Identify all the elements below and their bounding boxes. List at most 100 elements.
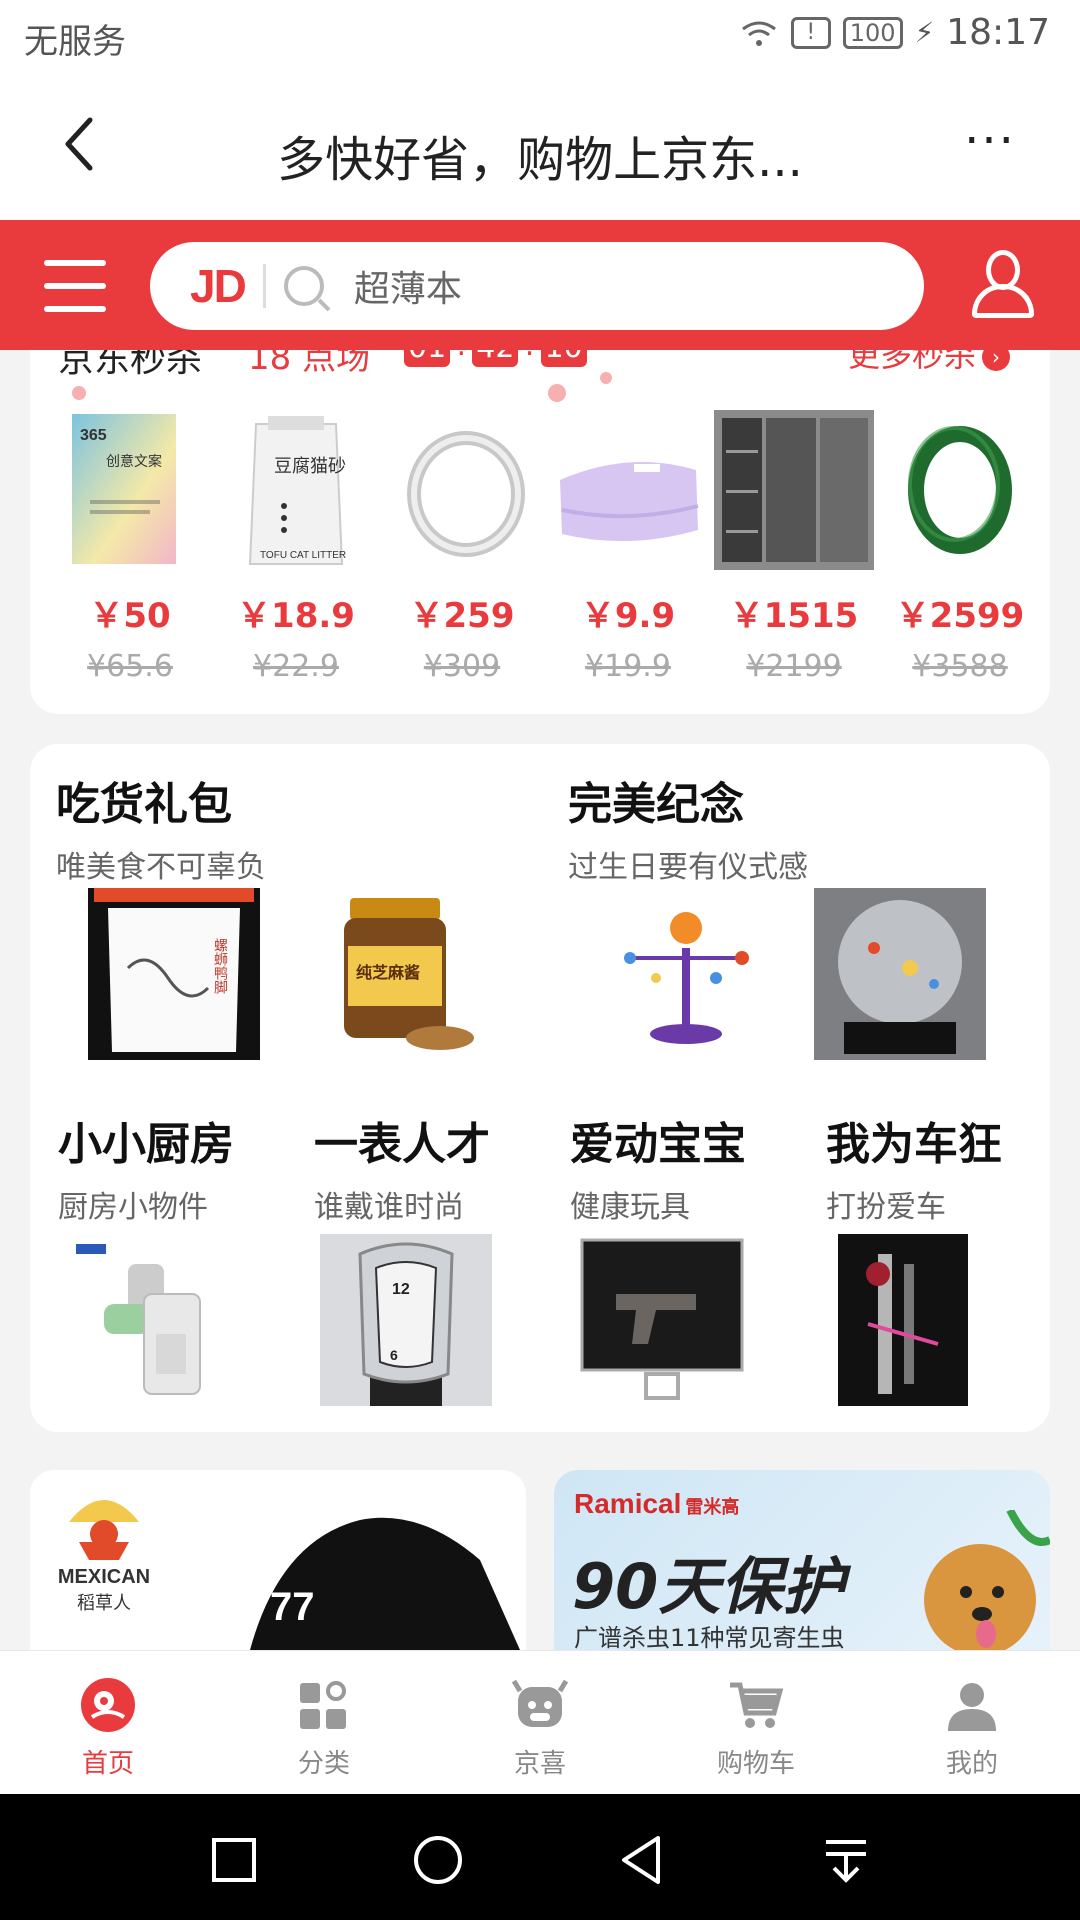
ramical-logo: Ramical 雷米高 xyxy=(574,1488,740,1519)
jd-logo: JD xyxy=(190,260,247,312)
tab-label: 购物车 xyxy=(716,1749,795,1779)
system-nav-bar xyxy=(0,1794,1080,1920)
blanket-image xyxy=(548,410,708,570)
gift-cell-snacks[interactable]: 吃货礼包 唯美食不可辜负 xyxy=(56,768,266,886)
seckill-item[interactable]: ￥2599 ¥3588 xyxy=(880,410,1040,684)
banner-ramical[interactable]: Ramical 雷米高 90天保护 广谱杀虫11种常见寄生虫 xyxy=(554,1470,1050,1650)
gift-cell-title: 小小厨房 xyxy=(58,1119,234,1170)
seckill-price: ￥2599 xyxy=(895,596,1025,636)
svg-text:创意文案: 创意文案 xyxy=(106,453,162,470)
seckill-item[interactable]: ￥1515 ¥2199 xyxy=(714,410,874,684)
gift-cell-subtitle: 健康玩具 xyxy=(570,1190,690,1225)
triangle-back-icon xyxy=(622,1836,660,1884)
pull-down-icon xyxy=(826,1840,866,1883)
more-button[interactable]: ··· xyxy=(950,116,1030,176)
seckill-original-price: ¥19.9 xyxy=(585,649,671,684)
gift-cell-toys[interactable]: 爱动宝宝 健康玩具 xyxy=(570,1108,746,1226)
user-button[interactable] xyxy=(970,250,1036,320)
seckill-original-price: ¥309 xyxy=(423,649,501,684)
jade-bangle-image xyxy=(880,410,1040,570)
sesame-paste-image: 纯芝麻酱 xyxy=(320,888,492,1060)
home-button[interactable] xyxy=(408,1830,468,1890)
home-icon xyxy=(80,1677,136,1733)
seckill-price: ￥50 xyxy=(89,596,171,636)
gift-cell-subtitle: 过生日要有仪式感 xyxy=(568,850,808,885)
gift-cell-title: 我为车狂 xyxy=(826,1119,1002,1170)
seckill-item[interactable]: ￥9.9 ¥19.9 xyxy=(548,410,708,684)
wardrobe-image xyxy=(714,410,874,570)
status-icons: ! 100 ⚡ 18:17 xyxy=(739,12,1050,53)
seckill-card[interactable]: 京东秒杀 18 点场 01 : 42 : 10 更多秒杀› 365 创意文案 xyxy=(30,320,1050,714)
search-header: JD 超薄本 xyxy=(0,220,1080,350)
svg-text:365: 365 xyxy=(80,427,107,444)
title-bar: 多快好省，购物上京东... ··· xyxy=(0,76,1080,220)
tab-home[interactable]: 首页 xyxy=(38,1677,178,1780)
search-placeholder: 超薄本 xyxy=(353,269,462,310)
notification-pull-button[interactable] xyxy=(816,1830,876,1890)
search-icon xyxy=(283,266,324,306)
menu-icon xyxy=(44,260,106,266)
seckill-price: ￥9.9 xyxy=(580,596,676,636)
snack-bag-image: 螺蛳鸭脚 xyxy=(88,888,260,1060)
battery-icon: 100 xyxy=(842,16,903,49)
gift-cell-subtitle: 厨房小物件 xyxy=(58,1190,208,1225)
circle-icon xyxy=(414,1836,462,1884)
banner-mexican[interactable]: MEXICAN 稻草人 77 xyxy=(30,1470,526,1650)
back-arrow-icon xyxy=(65,117,93,171)
dog-image xyxy=(924,1510,1050,1650)
gift-cell-car[interactable]: 我为车狂 打扮爱车 xyxy=(826,1108,1002,1226)
gift-cell-title: 完美纪念 xyxy=(568,779,744,830)
gift-cell-kitchen[interactable]: 小小厨房 厨房小物件 xyxy=(58,1108,234,1226)
decor-dot xyxy=(548,384,566,402)
gift-cell-subtitle: 唯美食不可辜负 xyxy=(56,850,266,885)
tab-label: 首页 xyxy=(81,1749,134,1779)
seckill-item[interactable]: ￥259 ¥309 xyxy=(382,410,542,684)
svg-text:螺蛳鸭脚: 螺蛳鸭脚 xyxy=(212,938,228,995)
cart-icon xyxy=(728,1677,784,1733)
gift-cell-title: 爱动宝宝 xyxy=(570,1119,746,1170)
back-nav-button[interactable] xyxy=(612,1830,672,1890)
search-input[interactable]: JD 超薄本 xyxy=(150,242,924,330)
tab-profile[interactable]: 我的 xyxy=(902,1677,1042,1780)
recents-button[interactable] xyxy=(204,1830,264,1890)
tab-jingxi[interactable]: 京喜 xyxy=(470,1677,610,1780)
toy-gun-case-image xyxy=(576,1234,748,1406)
seckill-original-price: ¥22.9 xyxy=(253,649,339,684)
sneaker-image: 77 xyxy=(250,1517,520,1650)
status-bar: 无服务 ! 100 ⚡ 18:17 xyxy=(0,0,1080,76)
charging-icon: ⚡ xyxy=(914,16,935,49)
gift-card: 吃货礼包 唯美食不可辜负 完美纪念 过生日要有仪式感 螺蛳鸭脚 纯芝麻酱 小小厨… xyxy=(30,744,1050,1432)
solar-model-image xyxy=(600,888,772,1060)
book-image: 365 创意文案 xyxy=(50,410,210,570)
category-icon xyxy=(296,1677,352,1733)
tab-category[interactable]: 分类 xyxy=(254,1677,394,1780)
divider xyxy=(262,264,266,308)
banner-row: MEXICAN 稻草人 77 Ramical 雷米高 90天保护 广谱杀虫11种常… xyxy=(30,1470,1050,1650)
seckill-original-price: ¥65.6 xyxy=(87,649,173,684)
gift-cell-watch[interactable]: 一表人才 谁戴谁时尚 xyxy=(314,1108,490,1226)
menu-button[interactable] xyxy=(44,260,106,312)
gift-cell-subtitle: 谁戴谁时尚 xyxy=(314,1190,464,1225)
seckill-original-price: ¥2199 xyxy=(746,649,842,684)
bangle-image xyxy=(382,410,542,570)
seckill-item[interactable]: 豆腐猫砂 TOFU CAT LITTER ￥18.9 ¥22.9 xyxy=(216,410,376,684)
svg-text:TOFU CAT LITTER: TOFU CAT LITTER xyxy=(260,550,346,561)
back-button[interactable] xyxy=(60,114,120,182)
decor-dot xyxy=(600,372,612,384)
tab-label: 分类 xyxy=(297,1749,350,1779)
juicer-image xyxy=(64,1234,236,1406)
gift-cell-title: 吃货礼包 xyxy=(56,779,232,830)
seckill-price: ￥259 xyxy=(409,596,515,636)
svg-text:豆腐猫砂: 豆腐猫砂 xyxy=(274,456,346,477)
alert-icon: ! xyxy=(790,16,831,49)
tab-label: 我的 xyxy=(945,1749,998,1779)
seckill-item[interactable]: 365 创意文案 ￥50 ¥65.6 xyxy=(50,410,210,684)
tab-cart[interactable]: 购物车 xyxy=(686,1677,826,1780)
banner-subtitle: 广谱杀虫11种常见寄生虫 xyxy=(574,1624,845,1650)
carrier-text: 无服务 xyxy=(24,22,126,62)
gift-cell-title: 一表人才 xyxy=(314,1119,490,1170)
cat-litter-image: 豆腐猫砂 TOFU CAT LITTER xyxy=(216,410,376,570)
gift-cell-memorial[interactable]: 完美纪念 过生日要有仪式感 xyxy=(568,768,808,886)
watch-image: 12 6 xyxy=(320,1234,492,1406)
seckill-price: ￥18.9 xyxy=(237,596,355,636)
